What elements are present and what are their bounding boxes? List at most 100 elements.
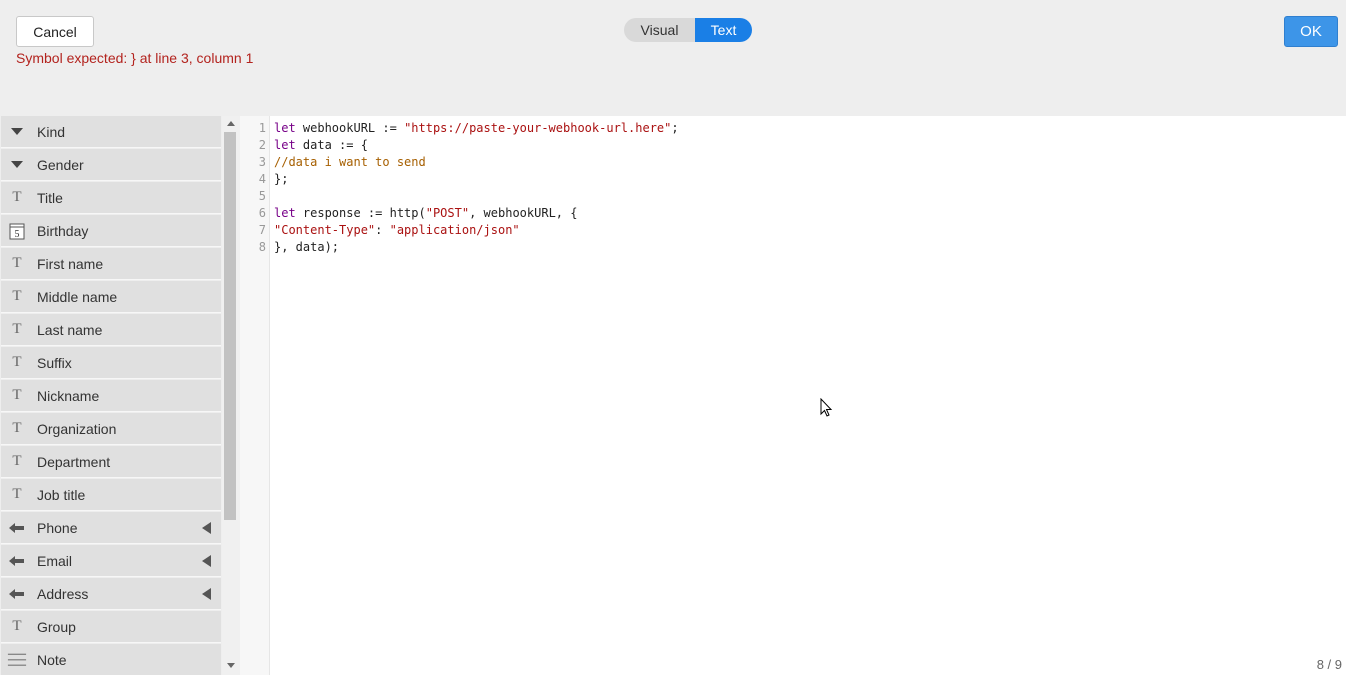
code-token: , webhookURL, {	[469, 206, 578, 220]
field-label: First name	[37, 255, 104, 272]
field-label: Group	[37, 618, 76, 635]
code-token: "POST"	[425, 206, 470, 220]
field-group[interactable]: T Group	[1, 611, 221, 643]
field-label: Middle name	[37, 288, 118, 305]
line-number: 3	[258, 155, 266, 169]
field-middle-name[interactable]: T Middle name	[1, 281, 221, 313]
field-label: Gender	[37, 156, 84, 173]
code-token: data := {	[295, 138, 368, 152]
field-birthday[interactable]: 5 Birthday	[1, 215, 221, 247]
field-label: Address	[37, 585, 89, 602]
text-icon: T	[12, 288, 22, 304]
text-icon: T	[12, 486, 22, 502]
code-token: webhookURL :=	[295, 121, 405, 135]
scroll-up-arrow-icon[interactable]	[227, 121, 235, 126]
code-token: let	[274, 121, 296, 135]
line-number: 8	[258, 240, 266, 254]
mouse-cursor-icon	[820, 398, 833, 417]
field-address[interactable]: Address	[1, 578, 221, 610]
field-phone[interactable]: Phone	[1, 512, 221, 544]
field-label: Phone	[37, 519, 78, 536]
toolbar: Cancel Symbol expected: } at line 3, col…	[0, 0, 1346, 116]
line-number: 4	[258, 172, 266, 186]
field-job-title[interactable]: T Job title	[1, 479, 221, 511]
code-token: "application/json"	[389, 223, 520, 237]
code-token: :	[375, 223, 390, 237]
expand-arrow-icon[interactable]	[202, 555, 211, 567]
calendar-day-number: 5	[15, 229, 20, 240]
code-line[interactable]: let response := http("POST", webhookURL,…	[274, 205, 577, 222]
field-label: Job title	[37, 486, 86, 503]
field-label: Title	[37, 189, 63, 206]
field-first-name[interactable]: T First name	[1, 248, 221, 280]
code-token: let	[274, 206, 296, 220]
scroll-down-arrow-icon[interactable]	[227, 663, 235, 668]
code-line[interactable]: //data i want to send	[274, 154, 426, 171]
code-token: ;	[671, 121, 679, 135]
list-icon	[7, 551, 27, 571]
text-icon: T	[12, 387, 22, 403]
line-number: 2	[258, 138, 266, 152]
list-icon	[7, 518, 27, 538]
field-gender[interactable]: Gender	[1, 149, 221, 181]
code-line[interactable]: let webhookURL := "https://paste-your-we…	[274, 120, 679, 137]
code-token: }, data);	[274, 240, 340, 254]
dropdown-icon	[7, 122, 27, 142]
code-line[interactable]: "Content-Type": "application/json"	[274, 222, 520, 239]
line-count-status: 8 / 9	[1316, 657, 1342, 672]
field-label: Birthday	[37, 222, 89, 239]
code-editor[interactable]: 1 2 3 4 5 6 7 8 let webhookURL := "https://past…	[240, 116, 1346, 675]
line-number: 5	[258, 189, 266, 203]
code-line[interactable]: };	[274, 171, 288, 188]
calendar-icon: 5	[7, 221, 27, 241]
code-token: response := http(	[295, 206, 426, 220]
text-icon: T	[12, 354, 22, 370]
scroll-thumb[interactable]	[224, 132, 236, 520]
text-mode-tab[interactable]: Text	[695, 18, 752, 42]
field-last-name[interactable]: T Last name	[1, 314, 221, 346]
paragraph-icon	[7, 650, 27, 670]
field-list: Kind Gender T Title 5 Birthday T First name T Mid…	[0, 116, 222, 675]
line-number: 7	[258, 223, 266, 237]
field-kind[interactable]: Kind	[1, 116, 221, 148]
dropdown-icon	[7, 155, 27, 175]
field-list-scrollbar[interactable]	[222, 116, 240, 675]
code-token: "Content-Type"	[274, 223, 376, 237]
ok-button[interactable]: OK	[1284, 16, 1338, 47]
text-icon: T	[12, 618, 22, 634]
error-message: Symbol expected: } at line 3, column 1	[16, 50, 254, 66]
field-label: Kind	[37, 123, 66, 140]
line-number-gutter: 1 2 3 4 5 6 7 8	[240, 116, 270, 675]
code-line[interactable]: }, data);	[274, 239, 339, 256]
code-token: //data i want to send	[274, 155, 426, 169]
field-label: Organization	[37, 420, 117, 437]
text-icon: T	[12, 420, 22, 436]
list-icon	[7, 584, 27, 604]
field-label: Last name	[37, 321, 103, 338]
expand-arrow-icon[interactable]	[202, 522, 211, 534]
cancel-button[interactable]: Cancel	[16, 16, 94, 47]
field-label: Nickname	[37, 387, 100, 404]
mode-toggle: Visual Text	[624, 18, 752, 42]
field-label: Department	[37, 453, 111, 470]
expand-arrow-icon[interactable]	[202, 588, 211, 600]
code-token: let	[274, 138, 296, 152]
text-icon: T	[12, 321, 22, 337]
text-icon: T	[12, 189, 22, 205]
code-token: "https://paste-your-webhook-url.here"	[404, 121, 672, 135]
text-icon: T	[12, 255, 22, 271]
field-suffix[interactable]: T Suffix	[1, 347, 221, 379]
field-department[interactable]: T Department	[1, 446, 221, 478]
field-title[interactable]: T Title	[1, 182, 221, 214]
code-line[interactable]: let data := {	[274, 137, 368, 154]
text-icon: T	[12, 453, 22, 469]
field-label: Suffix	[37, 354, 72, 371]
code-token: };	[274, 172, 289, 186]
field-nickname[interactable]: T Nickname	[1, 380, 221, 412]
field-label: Email	[37, 552, 73, 569]
field-email[interactable]: Email	[1, 545, 221, 577]
visual-mode-tab[interactable]: Visual	[624, 18, 695, 42]
line-number: 1	[258, 121, 266, 135]
field-organization[interactable]: T Organization	[1, 413, 221, 445]
field-note[interactable]: Note	[1, 644, 221, 675]
